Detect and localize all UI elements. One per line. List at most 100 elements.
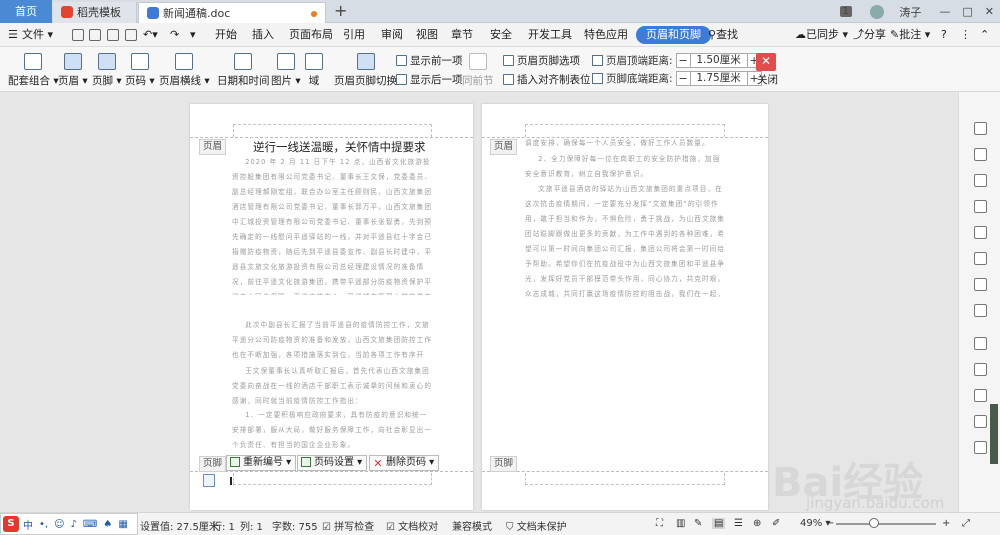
menu-header-footer[interactable]: 页眉和页脚: [636, 26, 711, 44]
header-tag-2[interactable]: 页眉: [490, 139, 518, 155]
unsaved-dot-icon[interactable]: [311, 11, 317, 17]
outline-view-icon[interactable]: ☰: [734, 518, 743, 529]
field-button[interactable]: 域: [305, 53, 323, 88]
undo-icon[interactable]: ↶▾: [143, 26, 158, 44]
menu-references[interactable]: 引用: [343, 26, 365, 44]
zoom-slider-knob[interactable]: [869, 518, 879, 528]
combo-button[interactable]: 配套组合 ▾: [8, 53, 59, 88]
shapes-icon[interactable]: [974, 200, 987, 213]
insert-tab-stop-button[interactable]: 插入对齐制表位: [503, 73, 591, 87]
share-doc-icon[interactable]: [974, 389, 987, 402]
footer-tag-2[interactable]: 页脚: [490, 456, 518, 472]
switch-header-footer-button[interactable]: 页眉页脚切换: [334, 53, 397, 88]
sync-status[interactable]: ☁已同步 ▾: [795, 26, 848, 44]
menu-search[interactable]: ⚲查找: [708, 26, 738, 44]
ime-tools-icon[interactable]: ▦: [118, 519, 127, 530]
fit-page-icon[interactable]: ⤢: [962, 518, 970, 529]
tab-home[interactable]: 首页: [0, 0, 52, 23]
delete-page-number-button[interactable]: ✕ 删除页码 ▾: [369, 455, 440, 471]
user-area[interactable]: 涛子: [864, 4, 928, 20]
ime-keyboard-icon[interactable]: ⌨: [83, 519, 97, 530]
page-number-settings-button[interactable]: 页码设置 ▾: [297, 455, 368, 471]
close-header-footer-label[interactable]: 关闭: [757, 73, 778, 87]
proofread-button[interactable]: ☑ 文档校对: [386, 518, 438, 533]
chart-icon[interactable]: [974, 304, 987, 317]
document-title[interactable]: 逆行一线送温暖，关怀情中提要求: [253, 139, 426, 155]
multi-page-icon[interactable]: ▥: [676, 518, 685, 529]
page1-paragraph-1[interactable]: 2020 年 2 月 11 日下午 12 点，山西省文化旅游投资控股集团有限公司…: [232, 155, 433, 295]
collapse-ribbon-icon[interactable]: ⌃: [980, 26, 989, 44]
menu-special[interactable]: 特色应用: [584, 26, 628, 44]
picture-button[interactable]: 图片 ▾: [271, 53, 301, 88]
header-top-input[interactable]: 1.50厘米: [690, 53, 747, 68]
header-frame-1[interactable]: [233, 124, 432, 137]
style-icon[interactable]: [974, 226, 987, 239]
footer-bottom-input[interactable]: 1.75厘米: [690, 71, 747, 86]
navigate-icon[interactable]: [974, 174, 987, 187]
same-as-prev-button[interactable]: 同前节: [462, 53, 494, 88]
properties-icon[interactable]: [974, 278, 987, 291]
footer-button[interactable]: 页脚 ▾: [92, 53, 122, 88]
redo-icon[interactable]: ↷: [170, 26, 179, 44]
maximize-icon[interactable]: □: [962, 5, 972, 18]
menu-insert[interactable]: 插入: [252, 26, 274, 44]
page1-paragraph-3[interactable]: 王文保董事长认真听取汇报后，首先代表山西文旅集团党委向奋战在一线的酒店干部职工表…: [232, 364, 433, 409]
window-count-badge[interactable]: 1: [839, 6, 852, 17]
edit-mode-icon[interactable]: ✎: [694, 518, 702, 529]
ime-mode[interactable]: 中: [23, 517, 33, 532]
ime-skin-icon[interactable]: ♠: [103, 519, 112, 530]
menu-security[interactable]: 安全: [490, 26, 512, 44]
comment-button[interactable]: ✎批注 ▾: [890, 26, 930, 44]
document-assist-icon[interactable]: [974, 337, 987, 350]
web-view-icon[interactable]: ⊕: [753, 518, 761, 529]
header-tag-1[interactable]: 页眉: [199, 139, 227, 155]
ime-punct-icon[interactable]: •,: [39, 519, 48, 530]
page-view-icon[interactable]: ▤: [712, 518, 726, 529]
footer-page-icon[interactable]: [203, 474, 215, 487]
show-next-button[interactable]: 显示后一项: [396, 73, 463, 87]
footer-frame-1[interactable]: [233, 473, 432, 485]
ime-emoji-icon[interactable]: ☺: [54, 519, 64, 530]
template-icon[interactable]: [974, 441, 987, 454]
header-footer-options-button[interactable]: 页眉页脚选项: [503, 54, 580, 68]
footer-bottom-minus[interactable]: −: [675, 71, 691, 86]
page2-paragraph-3[interactable]: 文旅平遥县酒店的驿站为山西文旅集团的重点项目，在这次抗击疫情期间，一定要充分发挥…: [525, 182, 727, 302]
spellcheck-button[interactable]: ☑ 拼写检查: [322, 518, 374, 533]
quick-access-dropdown-icon[interactable]: ▾: [190, 26, 196, 44]
read-view-icon[interactable]: ✐: [772, 518, 780, 529]
page2-paragraph-2[interactable]: 2、全力保障好每一位在岗职工的安全防护措施，加强安全意识教育，树立自我保护意识。: [525, 152, 727, 182]
header-button[interactable]: 页眉 ▾: [58, 53, 88, 88]
menu-start[interactable]: 开始: [215, 26, 237, 44]
share-button[interactable]: ⤴分享: [853, 26, 886, 44]
save-icon[interactable]: [72, 29, 84, 41]
page1-paragraph-2[interactable]: 此次中副县长汇报了当前平遥县的疫情防控工作，文旅平遥分公司防疫物资的准备和发放，…: [232, 318, 433, 363]
zoom-out-icon[interactable]: −: [826, 518, 834, 529]
collapse-sidebar-icon[interactable]: [974, 122, 987, 135]
minimize-icon[interactable]: —: [939, 5, 950, 18]
tab-document[interactable]: 新闻通稿.doc: [138, 2, 326, 23]
translate-icon[interactable]: [974, 363, 987, 376]
tab-templates[interactable]: 稻壳模板: [53, 2, 137, 23]
side-panel-handle[interactable]: [990, 404, 998, 464]
zoom-slider-track[interactable]: [836, 523, 936, 525]
close-window-icon[interactable]: ✕: [985, 5, 994, 18]
datetime-button[interactable]: 日期和时间: [217, 53, 270, 88]
protect-status[interactable]: ⛉ 文档未保护: [506, 518, 567, 533]
hamburger-icon[interactable]: ☰: [8, 26, 18, 44]
export-pdf-icon[interactable]: [89, 29, 101, 41]
help-icon[interactable]: ?: [941, 26, 947, 44]
status-wordcount[interactable]: 字数: 755: [272, 518, 318, 533]
menu-view[interactable]: 视图: [416, 26, 438, 44]
menu-developer[interactable]: 开发工具: [528, 26, 572, 44]
page-number-button[interactable]: 页码 ▾: [125, 53, 155, 88]
page1-paragraph-4[interactable]: 1、一定要积极响应政府要求，具有防疫的意识和统一安排部署，服从大局，做好服务保障…: [232, 408, 433, 453]
show-prev-button[interactable]: 显示前一项: [396, 54, 463, 68]
menu-section[interactable]: 章节: [451, 26, 473, 44]
zoom-in-icon[interactable]: +: [942, 518, 950, 529]
menu-file[interactable]: 文件 ▾: [22, 26, 53, 44]
close-header-footer-icon[interactable]: ✕: [756, 53, 776, 71]
menu-review[interactable]: 审阅: [381, 26, 403, 44]
table-icon[interactable]: [974, 252, 987, 265]
select-arrow-icon[interactable]: [974, 148, 987, 161]
more-icon[interactable]: ⋮: [960, 26, 971, 44]
